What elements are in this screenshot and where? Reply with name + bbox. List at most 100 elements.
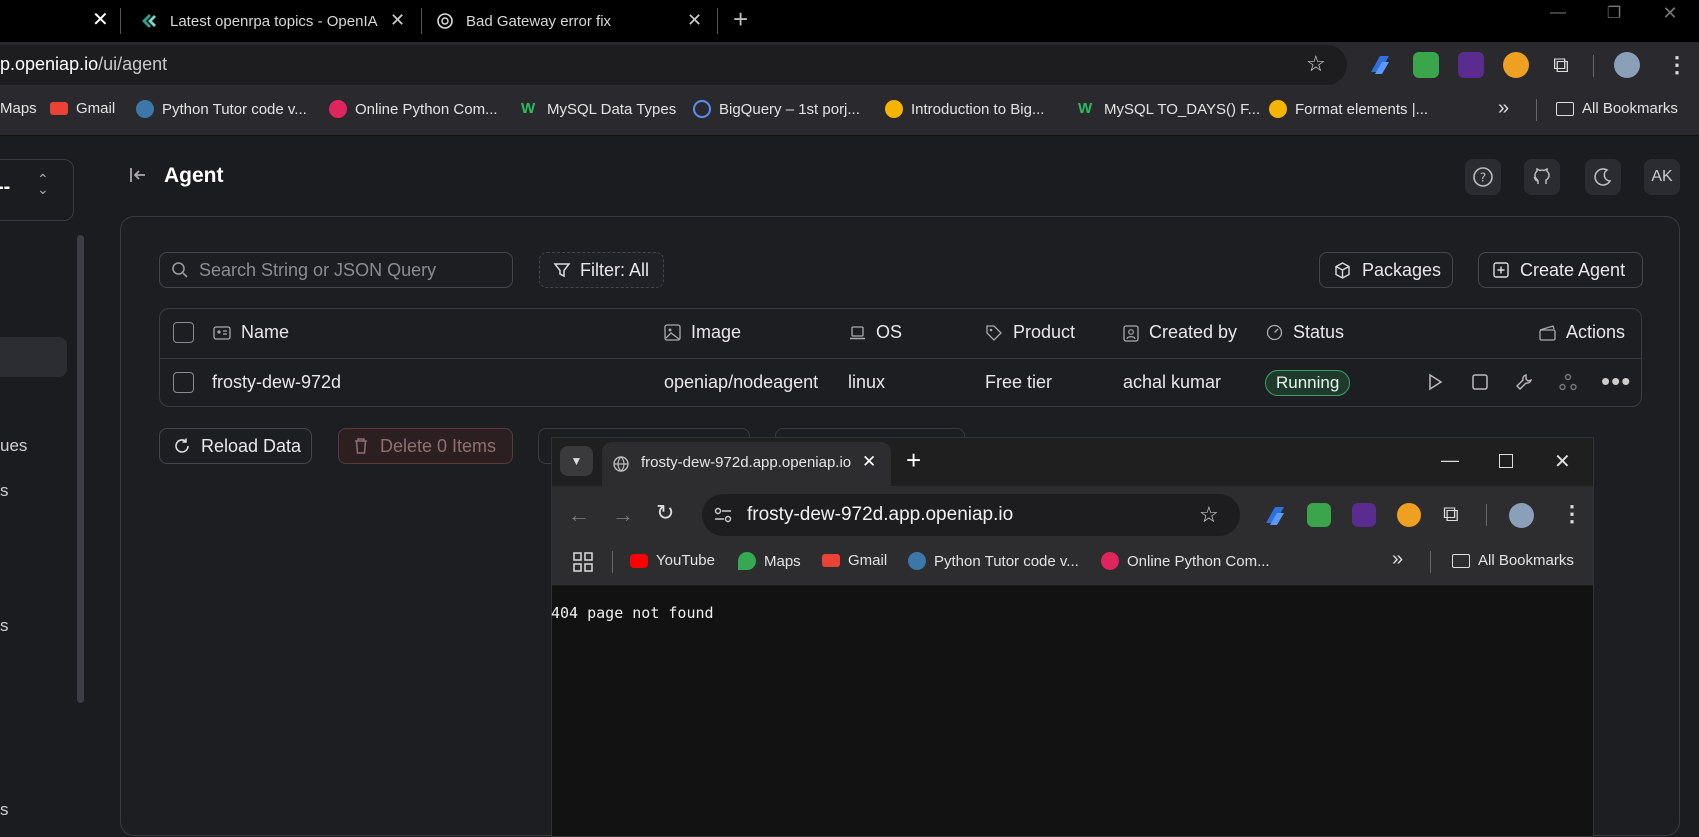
- bookmark-python-tutor[interactable]: Python Tutor code v...: [908, 552, 1079, 570]
- minimize-icon[interactable]: —: [1530, 0, 1586, 26]
- google-cloud-icon: [885, 100, 903, 118]
- bookmark-format-elements[interactable]: Format elements |...: [1269, 100, 1428, 118]
- profile-avatar[interactable]: [1614, 52, 1640, 78]
- more-bookmarks-icon[interactable]: »: [1498, 97, 1509, 120]
- select-all-checkbox[interactable]: [173, 322, 194, 343]
- user-badge-icon: [1123, 324, 1139, 342]
- tab-close-icon[interactable]: ✕: [390, 10, 405, 31]
- maximize-icon[interactable]: [1499, 454, 1513, 468]
- bookmark-bigquery[interactable]: BigQuery – 1st porj...: [693, 100, 860, 118]
- profile-avatar[interactable]: [1509, 503, 1534, 528]
- apps-grid-icon[interactable]: [573, 552, 593, 572]
- bookmark-youtube[interactable]: YouTube: [630, 552, 715, 569]
- plus-square-icon: [1493, 262, 1509, 278]
- column-header-name[interactable]: Name: [213, 322, 289, 343]
- bookmark-mysql-types[interactable]: W MySQL Data Types: [521, 100, 676, 118]
- webhook-agent-button[interactable]: [1559, 373, 1577, 391]
- more-bookmarks-icon[interactable]: »: [1392, 548, 1403, 571]
- power-automate-icon[interactable]: [1367, 52, 1393, 78]
- column-header-product[interactable]: Product: [985, 322, 1075, 343]
- column-header-image[interactable]: Image: [664, 322, 741, 343]
- row-checkbox[interactable]: [173, 372, 194, 393]
- window-close-icon[interactable]: ✕: [1642, 0, 1698, 26]
- bookmark-python-tutor[interactable]: Python Tutor code v...: [136, 100, 307, 118]
- search-input[interactable]: Search String or JSON Query: [159, 252, 513, 288]
- minimize-icon[interactable]: —: [1441, 450, 1459, 471]
- bookmark-mysql-todays[interactable]: W MySQL TO_DAYS() F...: [1078, 100, 1260, 118]
- sidebar-active-item[interactable]: [0, 337, 67, 377]
- frog-extension-icon[interactable]: [1413, 52, 1439, 78]
- star-icon[interactable]: ☆: [1306, 51, 1326, 77]
- new-tab-icon[interactable]: +: [906, 445, 921, 476]
- packages-label: Packages: [1362, 259, 1442, 280]
- org-selector[interactable]: -- ⌃⌄: [0, 159, 74, 221]
- delete-items-button[interactable]: Delete 0 Items: [338, 428, 513, 464]
- sidebar-scrollbar[interactable]: [77, 235, 84, 703]
- tab-close-icon[interactable]: ✕: [862, 452, 876, 472]
- forward-icon[interactable]: →: [612, 502, 634, 528]
- user-avatar[interactable]: AK: [1644, 159, 1680, 195]
- cell-image: openiap/nodeagent: [664, 372, 819, 392]
- theme-toggle-button[interactable]: [1585, 159, 1621, 195]
- column-header-actions[interactable]: Actions: [1539, 322, 1625, 343]
- filter-button[interactable]: Filter: All: [539, 252, 664, 288]
- popup-tab[interactable]: frosty-dew-972d.app.openiap.io ✕: [602, 442, 891, 486]
- frog-extension-icon[interactable]: [1307, 503, 1331, 527]
- back-icon[interactable]: ←: [568, 502, 590, 528]
- reload-icon[interactable]: ↻: [656, 500, 674, 526]
- sidebar-item[interactable]: s: [0, 616, 9, 636]
- orange-extension-icon[interactable]: [1503, 52, 1529, 78]
- column-label: Name: [241, 322, 290, 342]
- column-header-created-by[interactable]: Created by: [1123, 322, 1237, 343]
- menu-kebab-icon[interactable]: ⋮: [1666, 52, 1688, 78]
- create-agent-button[interactable]: Create Agent: [1478, 252, 1643, 288]
- new-tab-icon[interactable]: +: [733, 4, 748, 35]
- bookmark-divider: [1430, 551, 1431, 573]
- power-automate-icon[interactable]: [1262, 503, 1288, 529]
- popup-address-bar[interactable]: frosty-dew-972d.app.openiap.io ☆: [702, 494, 1240, 536]
- github-button[interactable]: [1524, 159, 1560, 195]
- packages-button[interactable]: Packages: [1319, 252, 1453, 288]
- window-close-icon[interactable]: ✕: [1554, 449, 1571, 474]
- extensions-puzzle-icon[interactable]: ⧉: [1548, 52, 1574, 78]
- column-header-os[interactable]: OS: [849, 322, 902, 343]
- bookmark-gmail[interactable]: Gmail: [822, 552, 887, 569]
- package-icon: [1335, 261, 1350, 279]
- python-icon: [136, 100, 154, 118]
- sidebar-item[interactable]: s: [0, 800, 9, 820]
- settings-agent-button[interactable]: [1515, 373, 1533, 391]
- purple-extension-icon[interactable]: [1458, 52, 1484, 78]
- more-actions-icon[interactable]: •••: [1601, 366, 1631, 397]
- collapse-sidebar-icon[interactable]: [128, 165, 148, 185]
- address-bar[interactable]: p.openiap.io/ui/agent ☆: [0, 45, 1347, 85]
- bookmark-gmail[interactable]: Gmail: [50, 100, 115, 117]
- extensions-puzzle-icon[interactable]: ⧉: [1443, 501, 1459, 527]
- tab-bad-gateway[interactable]: Bad Gateway error fix: [436, 0, 696, 42]
- column-header-status[interactable]: Status: [1266, 322, 1344, 343]
- all-bookmarks-button[interactable]: All Bookmarks: [1556, 100, 1678, 117]
- cell-product: Free tier: [985, 372, 1053, 392]
- tab-openrpa[interactable]: Latest openrpa topics - OpenIA: [140, 0, 408, 42]
- bookmark-maps[interactable]: Maps: [738, 552, 801, 570]
- tab-close-icon[interactable]: ✕: [92, 10, 109, 30]
- bookmark-online-python[interactable]: Online Python Com...: [1101, 552, 1270, 570]
- help-button[interactable]: ?: [1465, 159, 1501, 195]
- sidebar-item[interactable]: ues: [0, 436, 27, 456]
- sidebar-item[interactable]: s: [0, 481, 9, 501]
- menu-kebab-icon[interactable]: ⋮: [1561, 501, 1583, 527]
- bookmark-intro-big[interactable]: Introduction to Big...: [885, 100, 1044, 118]
- tab-search-icon[interactable]: ▼: [560, 446, 593, 476]
- reload-data-button[interactable]: Reload Data: [159, 428, 312, 464]
- star-icon[interactable]: ☆: [1199, 502, 1219, 528]
- purple-extension-icon[interactable]: [1352, 503, 1376, 527]
- orange-extension-icon[interactable]: [1397, 503, 1421, 527]
- restore-icon[interactable]: ❐: [1586, 0, 1642, 26]
- start-agent-button[interactable]: [1426, 373, 1444, 391]
- bookmark-maps[interactable]: Maps: [0, 100, 37, 117]
- bookmark-online-python[interactable]: Online Python Com...: [329, 100, 498, 118]
- all-bookmarks-button[interactable]: All Bookmarks: [1452, 552, 1574, 569]
- cell-name[interactable]: frosty-dew-972d: [212, 372, 341, 393]
- wrench-icon: [1516, 374, 1532, 390]
- tab-close-icon[interactable]: ✕: [687, 10, 702, 31]
- stop-agent-button[interactable]: [1471, 373, 1489, 391]
